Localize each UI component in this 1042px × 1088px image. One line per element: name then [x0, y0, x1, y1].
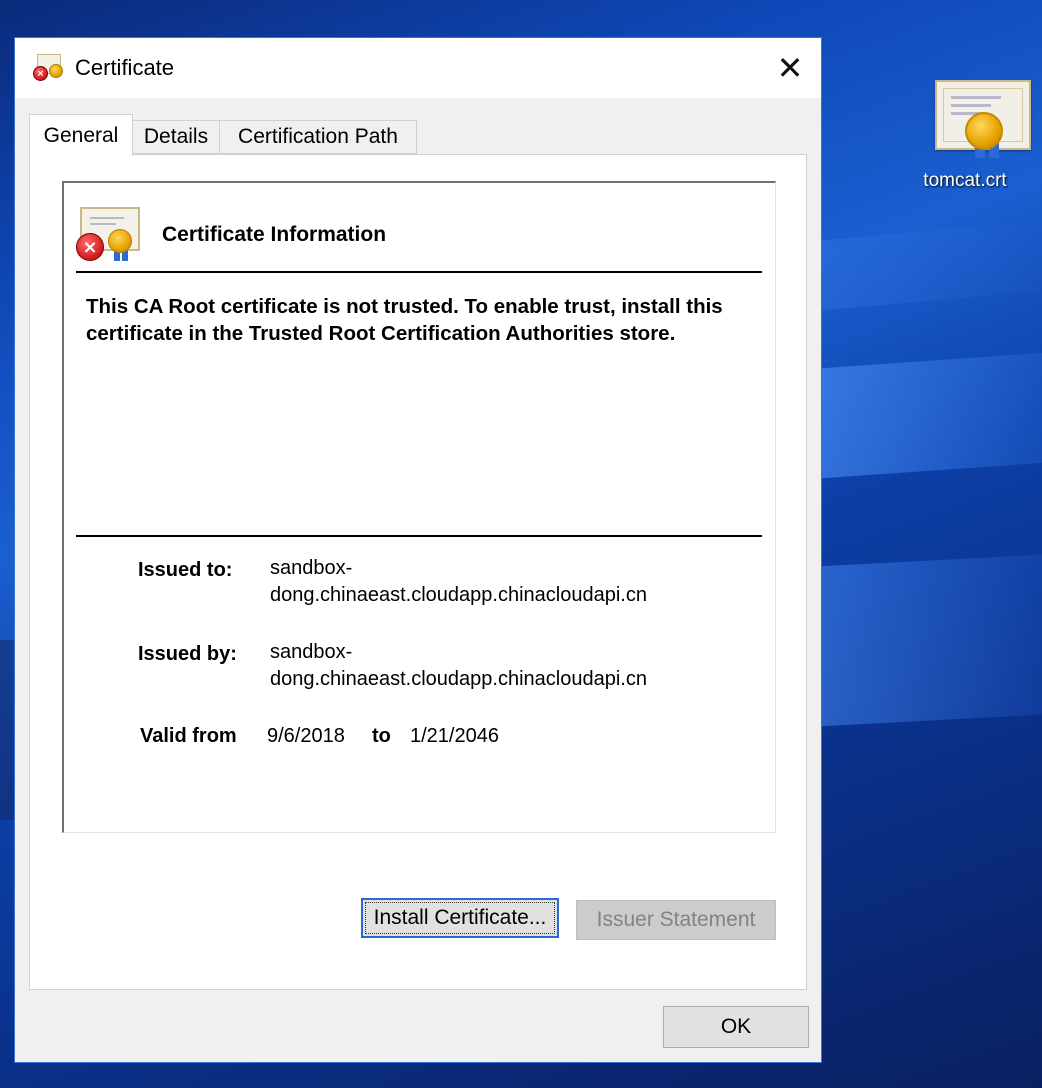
untrusted-warning-text: This CA Root certificate is not trusted.… [86, 295, 723, 345]
issuer-statement-label: Issuer Statement [596, 908, 756, 931]
certificate-info-box: × Certificate Information This CA Root c… [62, 181, 776, 833]
install-certificate-button[interactable]: Install Certificate... [361, 898, 559, 938]
divider [76, 535, 762, 537]
tab-details[interactable]: Details [132, 120, 220, 154]
issued-to-label: Issued to: [138, 559, 233, 581]
ok-label: OK [720, 1015, 752, 1038]
close-button[interactable]: ✕ [759, 38, 821, 98]
divider [76, 271, 762, 273]
info-heading: Certificate Information [162, 223, 387, 246]
valid-from-label: Valid from [140, 725, 237, 747]
valid-to-value: 1/21/2046 [410, 725, 499, 747]
certificate-untrusted-icon: × [76, 205, 142, 263]
close-icon: ✕ [776, 50, 804, 86]
desktop-icon-tomcat-crt[interactable]: tomcat.crt [900, 76, 1031, 192]
general-tab-panel: × Certificate Information This CA Root c… [29, 154, 807, 990]
valid-to-label: to [372, 725, 391, 747]
ok-button[interactable]: OK [663, 1006, 809, 1048]
desktop-wallpaper-light [820, 553, 1042, 727]
issued-by-value: sandbox-dong.chinaeast.cloudapp.chinaclo… [270, 641, 647, 690]
title-bar[interactable]: × Certificate ✕ [15, 38, 821, 98]
certificate-file-icon [917, 76, 1031, 162]
issued-by-label: Issued by: [138, 643, 237, 665]
desktop-icon-label: tomcat.crt [923, 170, 1007, 191]
valid-from-value: 9/6/2018 [267, 725, 345, 747]
certificate-dialog: × Certificate ✕ General Details Certific… [14, 37, 822, 1063]
desktop-wallpaper-light [820, 351, 1042, 479]
issuer-statement-button[interactable]: Issuer Statement [576, 900, 776, 940]
desktop-wallpaper-light [820, 219, 1042, 311]
dialog-title: Certificate [75, 55, 175, 80]
tab-certification-path[interactable]: Certification Path [219, 120, 417, 154]
certificate-error-icon: × [33, 52, 63, 82]
issued-to-value: sandbox-dong.chinaeast.cloudapp.chinaclo… [270, 557, 647, 606]
tab-general[interactable]: General [29, 114, 133, 156]
